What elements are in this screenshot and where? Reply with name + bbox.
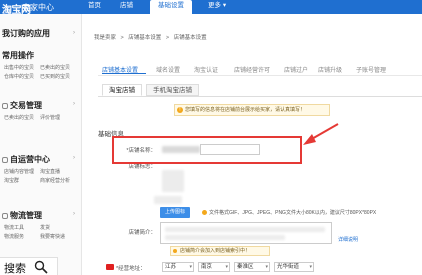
annotation-arrow [303, 123, 339, 145]
search-overlay[interactable]: 搜索 [0, 257, 58, 275]
search-label: 搜索 [4, 263, 26, 275]
search-icon[interactable] [34, 260, 48, 274]
